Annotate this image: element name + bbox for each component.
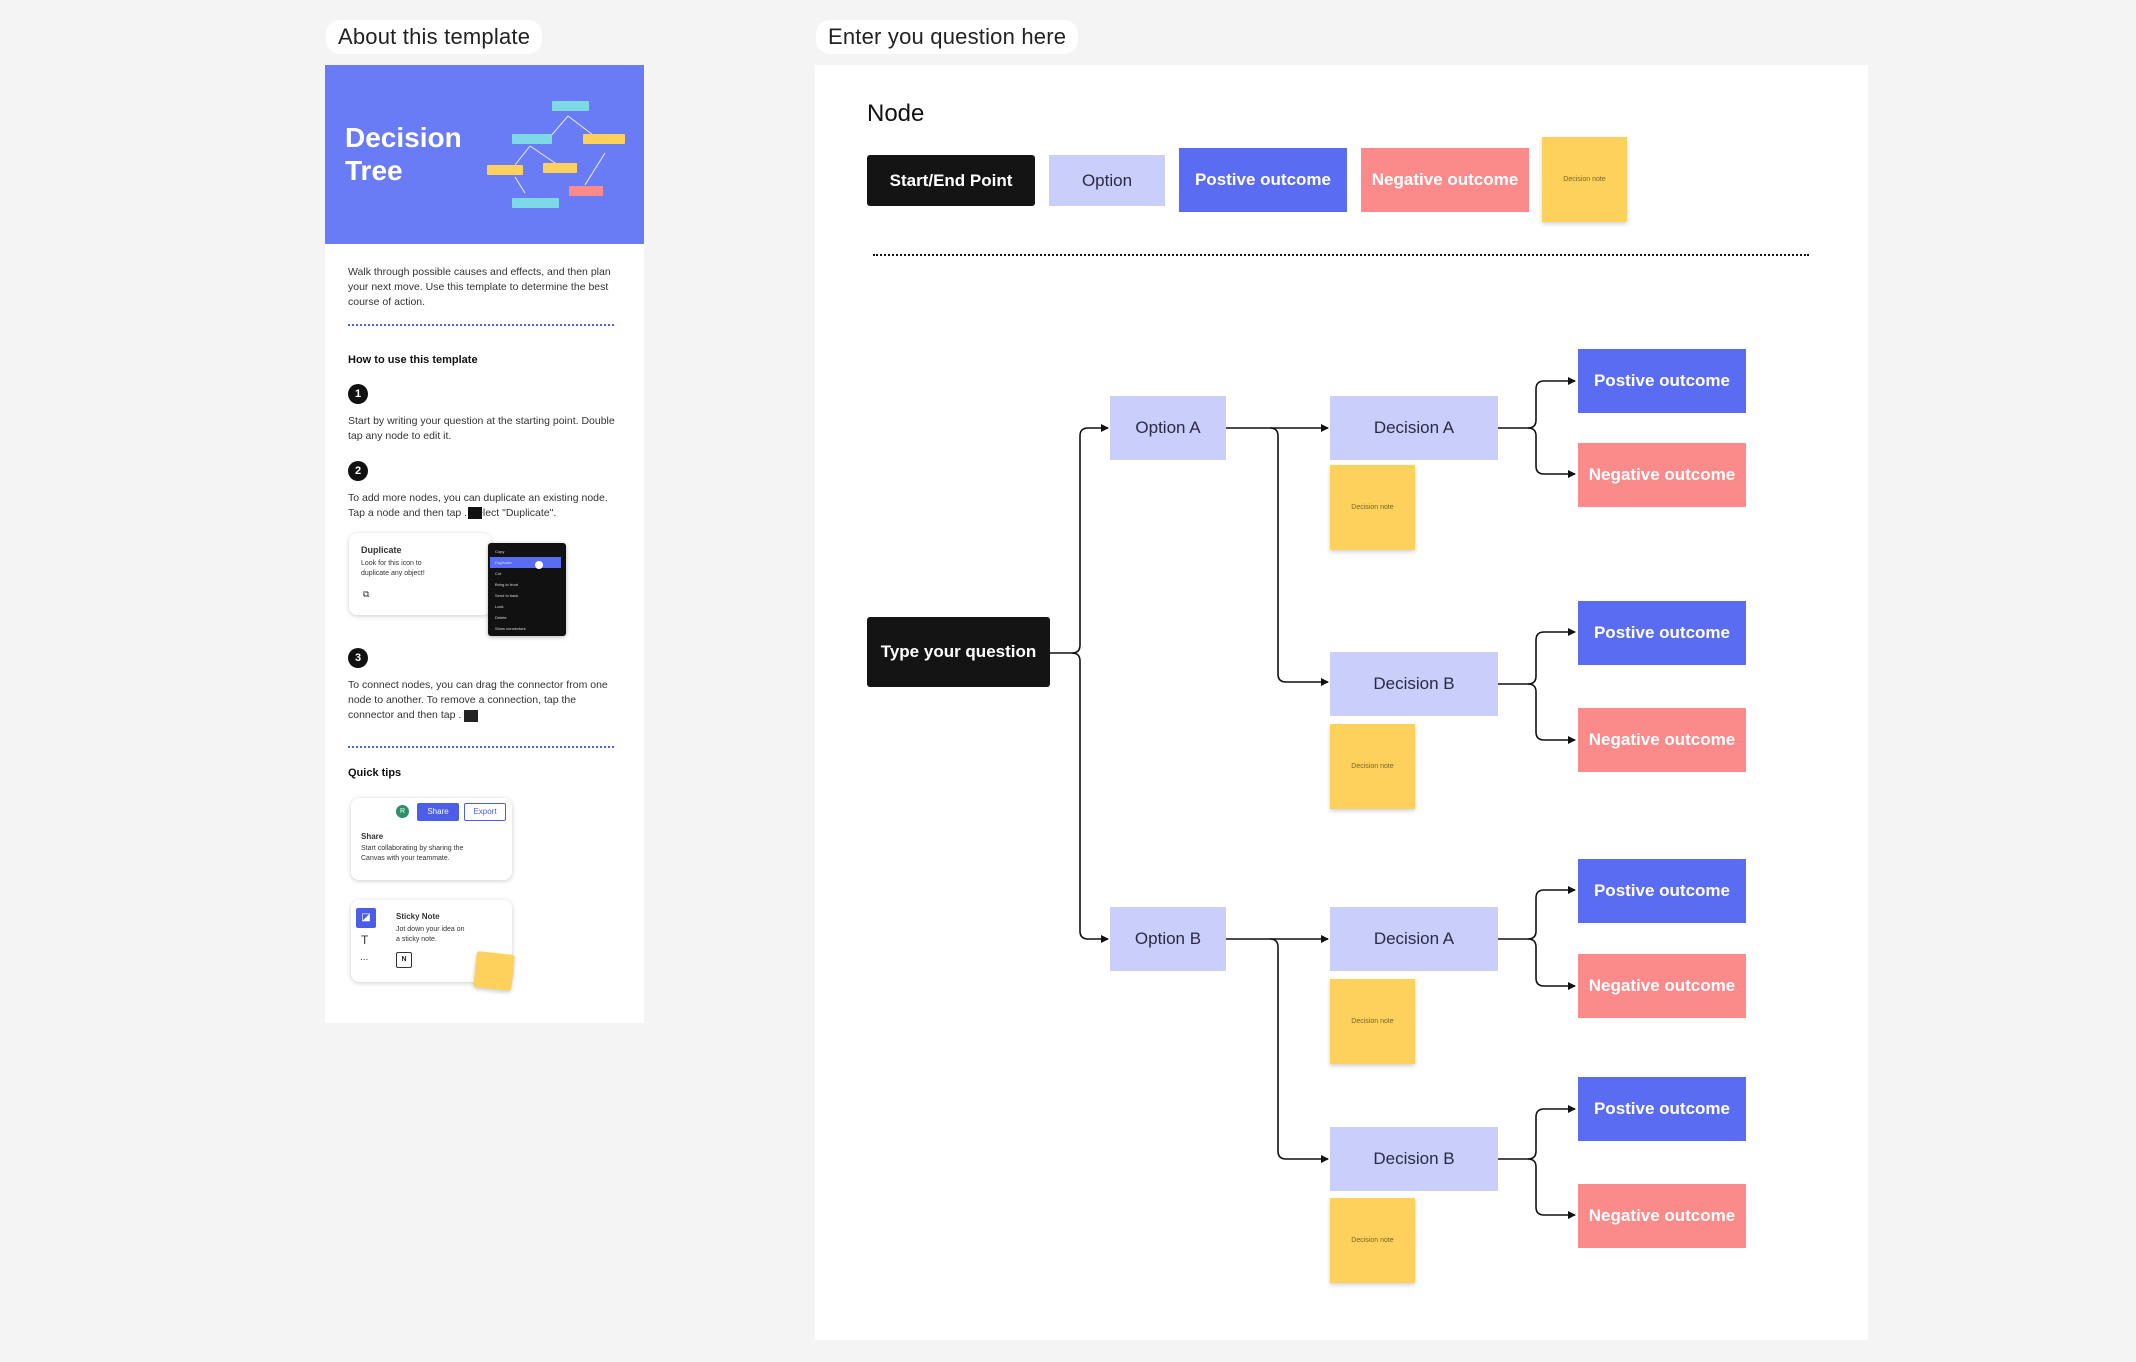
- decision-note-sticky[interactable]: Decision note: [1330, 1198, 1415, 1283]
- decision-node[interactable]: Decision A: [1330, 907, 1498, 971]
- negative-outcome-node[interactable]: Negative outcome: [1578, 708, 1746, 772]
- positive-outcome-node[interactable]: Postive outcome: [1578, 601, 1746, 665]
- decision-note-sticky[interactable]: Decision note: [1330, 724, 1415, 809]
- negative-outcome-node[interactable]: Negative outcome: [1578, 443, 1746, 507]
- option-a-node[interactable]: Option A: [1110, 396, 1226, 460]
- decision-node[interactable]: Decision B: [1330, 1127, 1498, 1191]
- decision-note-sticky[interactable]: Decision note: [1330, 465, 1415, 550]
- decision-node[interactable]: Decision B: [1330, 652, 1498, 716]
- positive-outcome-node[interactable]: Postive outcome: [1578, 1077, 1746, 1141]
- root-question-node[interactable]: Type your question: [867, 617, 1050, 687]
- positive-outcome-node[interactable]: Postive outcome: [1578, 859, 1746, 923]
- decision-node[interactable]: Decision A: [1330, 396, 1498, 460]
- decision-note-sticky[interactable]: Decision note: [1330, 979, 1415, 1064]
- connector-lines: [1050, 377, 1576, 1219]
- negative-outcome-node[interactable]: Negative outcome: [1578, 954, 1746, 1018]
- positive-outcome-node[interactable]: Postive outcome: [1578, 349, 1746, 413]
- negative-outcome-node[interactable]: Negative outcome: [1578, 1184, 1746, 1248]
- option-b-node[interactable]: Option B: [1110, 907, 1226, 971]
